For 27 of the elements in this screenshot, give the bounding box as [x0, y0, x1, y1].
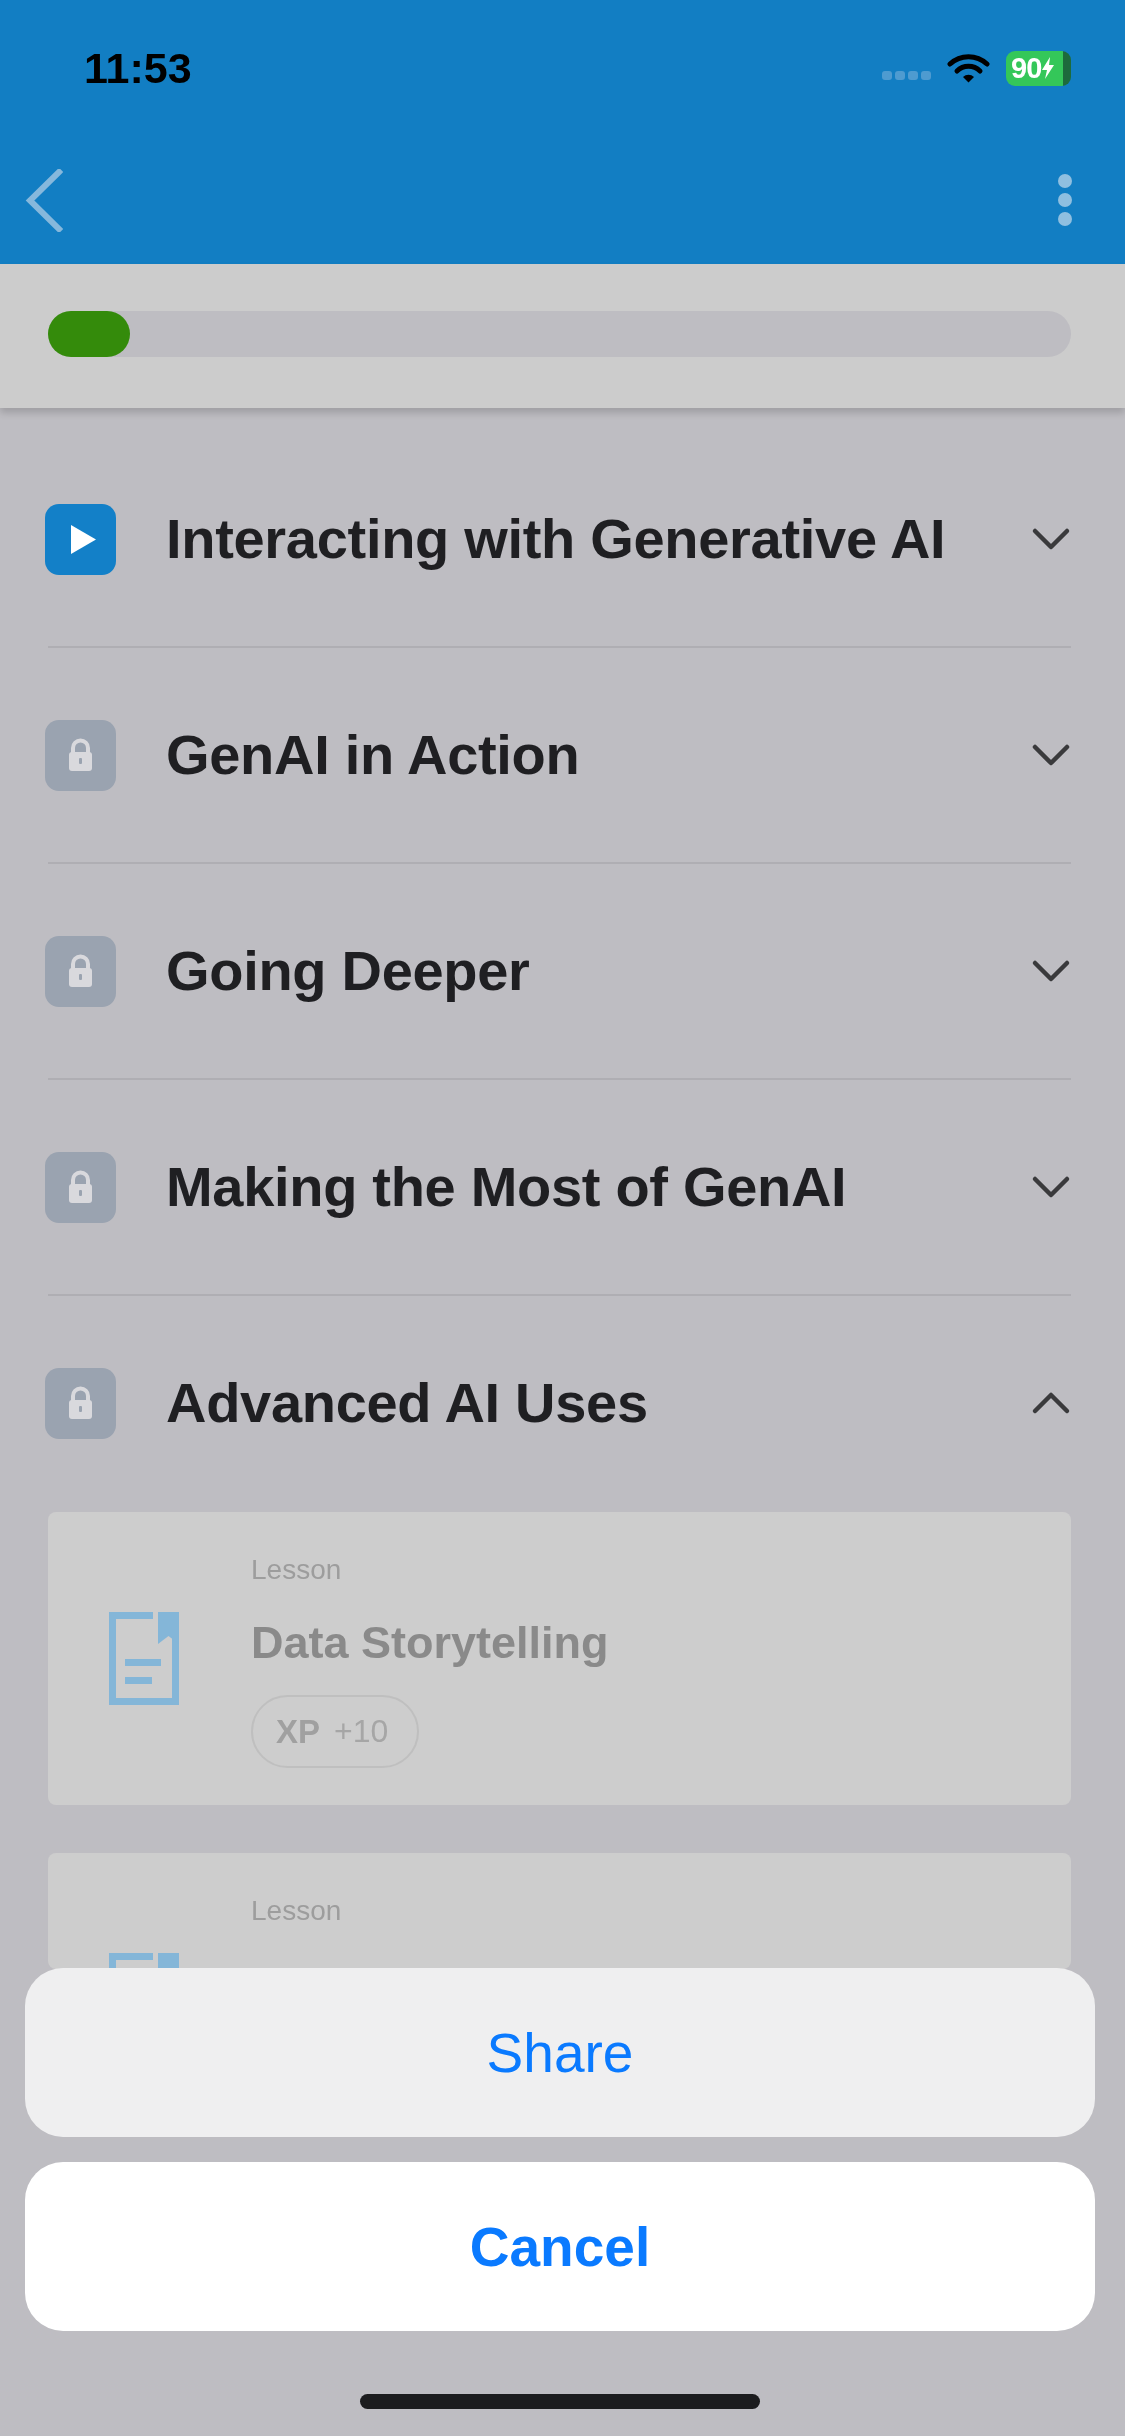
section-title: Interacting with Generative AI	[166, 506, 947, 573]
lock-icon	[45, 1151, 116, 1223]
document-icon	[109, 1612, 179, 1705]
play-icon	[45, 503, 116, 575]
wifi-icon	[947, 53, 990, 83]
chevron-down-icon[interactable]	[1031, 743, 1071, 767]
chevron-up-icon[interactable]	[1031, 1391, 1071, 1415]
back-chevron-icon	[25, 168, 63, 232]
more-icon	[1057, 174, 1073, 226]
lock-icon	[45, 719, 116, 791]
chevron-down-icon[interactable]	[1031, 527, 1071, 551]
document-icon	[109, 1953, 179, 1969]
bolt-icon	[1042, 57, 1055, 79]
status-time: 11:53	[84, 46, 192, 90]
battery-percentage: 90	[1011, 53, 1042, 83]
chevron-down-icon[interactable]	[1031, 1175, 1071, 1199]
chevron-down-icon[interactable]	[1031, 959, 1071, 983]
section-title: Going Deeper	[166, 938, 531, 1005]
section-title: GenAI in Action	[166, 722, 581, 789]
section-title: Advanced AI Uses	[166, 1370, 649, 1437]
lock-icon	[45, 1367, 116, 1439]
lock-icon	[45, 935, 116, 1007]
section-title: Making the Most of GenAI	[166, 1154, 848, 1221]
lesson-title: Data Storytelling	[251, 1617, 609, 1669]
cancel-button[interactable]: Cancel	[25, 2162, 1095, 2331]
share-button[interactable]: Share	[25, 1968, 1095, 2137]
signal-icon	[882, 70, 931, 80]
